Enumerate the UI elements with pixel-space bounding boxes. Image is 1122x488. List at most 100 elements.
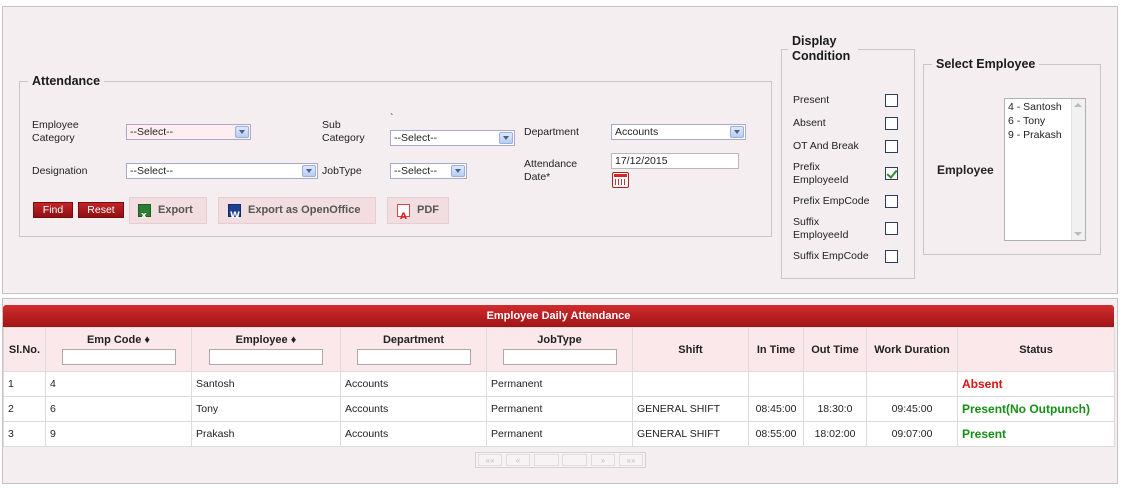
export-openoffice-label: Export as OpenOffice	[248, 204, 361, 216]
find-button[interactable]: Find	[33, 202, 73, 218]
cell-out-time: 18:30:0	[803, 396, 867, 422]
employee-category-select[interactable]: --Select--	[126, 124, 251, 140]
cell-shift: GENERAL SHIFT	[632, 396, 749, 422]
cell-slno: 2	[3, 396, 46, 422]
pdf-button[interactable]: A PDF	[387, 197, 449, 224]
listbox-scrollbar[interactable]	[1071, 99, 1085, 240]
first-page-button[interactable]: ««	[478, 454, 502, 466]
designation-value: --Select--	[130, 165, 174, 177]
employee-label: Employee	[937, 163, 994, 177]
column-header-jobtype: JobType	[486, 327, 633, 372]
stray-mark: `	[390, 112, 394, 124]
cell-jobtype: Permanent	[486, 396, 633, 422]
employee-filter-input[interactable]	[209, 349, 323, 365]
emp-code-filter-input[interactable]	[61, 349, 176, 365]
cell-department: Accounts	[340, 396, 487, 422]
attendance-date-value: 17/12/2015	[615, 155, 668, 167]
cell-employee: Tony	[191, 396, 341, 422]
employee-option[interactable]: 4 - Santosh	[1008, 101, 1062, 114]
column-header-in-time: In Time	[748, 327, 804, 372]
employee-option[interactable]: 6 - Tony	[1008, 115, 1045, 128]
condition-prefix-employeeid-label: Prefix EmployeeId	[793, 161, 849, 186]
pager: «« « » »»	[475, 452, 646, 468]
select-employee-legend: Select Employee	[936, 57, 1036, 71]
cell-in-time	[748, 371, 804, 397]
word-icon: W	[228, 204, 241, 221]
condition-suffix-empcode-label: Suffix EmpCode	[793, 250, 869, 262]
condition-present-checkbox[interactable]	[885, 94, 898, 107]
cell-out-time: 18:02:00	[803, 421, 867, 447]
excel-icon: x	[138, 204, 151, 221]
page-count-box	[562, 454, 587, 466]
cell-employee: Santosh	[191, 371, 341, 397]
jobtype-select[interactable]: --Select--	[390, 163, 467, 179]
department-value: Accounts	[615, 126, 659, 138]
cell-emp-code: 6	[45, 396, 192, 422]
status-badge: Absent	[962, 377, 1003, 391]
calendar-icon[interactable]	[612, 172, 629, 188]
employee-category-value: --Select--	[130, 126, 174, 138]
designation-select[interactable]: --Select--	[126, 163, 318, 179]
export-button[interactable]: x Export	[129, 197, 207, 224]
designation-label: Designation	[32, 165, 88, 177]
sub-category-label: Sub Category	[322, 119, 365, 144]
column-header-slno: Sl.No.	[3, 327, 46, 372]
cell-work-duration	[866, 371, 958, 397]
department-label: Department	[524, 126, 579, 138]
status-badge: Present(No Outpunch)	[962, 402, 1090, 416]
column-header-shift: Shift	[632, 327, 749, 372]
grid-title: Employee Daily Attendance	[3, 305, 1114, 327]
column-header-employee[interactable]: Employee ♦	[191, 327, 341, 372]
condition-absent-checkbox[interactable]	[885, 117, 898, 130]
cell-jobtype: Permanent	[486, 371, 633, 397]
column-header-status: Status	[957, 327, 1115, 372]
attendance-legend: Attendance	[32, 74, 101, 88]
column-header-emp-code[interactable]: Emp Code ♦	[45, 327, 192, 372]
cell-status: Present	[957, 421, 1115, 447]
cell-in-time: 08:55:00	[748, 421, 804, 447]
cell-jobtype: Permanent	[486, 421, 633, 447]
cell-work-duration: 09:07:00	[866, 421, 958, 447]
sub-category-select[interactable]: --Select--	[390, 130, 515, 146]
condition-present-label: Present	[793, 94, 830, 106]
jobtype-value: --Select--	[394, 165, 438, 177]
export-openoffice-button[interactable]: W Export as OpenOffice	[218, 197, 376, 224]
table-row: 3 9 Prakash Accounts Permanent GENERAL S…	[3, 421, 1115, 447]
cell-shift: GENERAL SHIFT	[632, 421, 749, 447]
condition-ot-break-label: OT And Break	[793, 140, 859, 152]
column-header-department: Department	[340, 327, 487, 372]
pdf-icon: A	[397, 204, 410, 222]
table-header-row: Sl.No. Emp Code ♦ Employee ♦ Department …	[3, 327, 1115, 372]
status-badge: Present	[962, 427, 1007, 441]
condition-ot-break-checkbox[interactable]	[885, 140, 898, 153]
chevron-down-icon	[451, 165, 465, 177]
cell-slno: 3	[3, 421, 46, 447]
last-page-button[interactable]: »»	[619, 454, 643, 466]
condition-absent-label: Absent	[793, 117, 826, 129]
next-page-button[interactable]: »	[591, 454, 615, 466]
department-filter-input[interactable]	[356, 349, 471, 365]
employee-listbox[interactable]: 4 - Santosh 6 - Tony 9 - Prakash	[1004, 98, 1086, 241]
export-label: Export	[158, 204, 193, 216]
department-select[interactable]: Accounts	[611, 124, 746, 140]
attendance-date-input[interactable]: 17/12/2015	[611, 153, 739, 169]
reset-button[interactable]: Reset	[78, 202, 124, 218]
scroll-up-icon[interactable]	[1074, 103, 1082, 107]
cell-employee: Prakash	[191, 421, 341, 447]
condition-suffix-employeeid-checkbox[interactable]	[885, 222, 898, 235]
pdf-label: PDF	[417, 204, 439, 216]
condition-suffix-empcode-checkbox[interactable]	[885, 250, 898, 263]
prev-page-button[interactable]: «	[506, 454, 530, 466]
cell-status: Absent	[957, 371, 1115, 397]
column-header-work-duration: Work Duration	[866, 327, 958, 372]
cell-department: Accounts	[340, 371, 487, 397]
page-number-box[interactable]	[534, 454, 559, 466]
condition-prefix-empcode-checkbox[interactable]	[885, 195, 898, 208]
chevron-down-icon	[235, 126, 249, 138]
cell-department: Accounts	[340, 421, 487, 447]
cell-status: Present(No Outpunch)	[957, 396, 1115, 422]
employee-option[interactable]: 9 - Prakash	[1008, 129, 1062, 142]
jobtype-filter-input[interactable]	[502, 349, 617, 365]
scroll-down-icon[interactable]	[1074, 232, 1082, 236]
condition-prefix-employeeid-checkbox[interactable]	[885, 167, 898, 180]
